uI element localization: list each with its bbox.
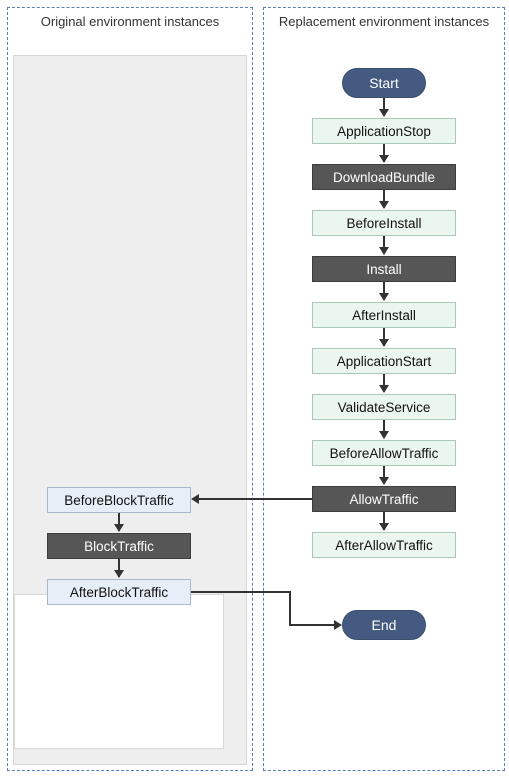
original-env-title: Original environment instances — [8, 8, 252, 32]
before-install-node: BeforeInstall — [312, 210, 456, 236]
edge-afterblock-end-v — [289, 591, 291, 625]
after-allow-traffic-node: AfterAllowTraffic — [312, 532, 456, 558]
before-allow-traffic-node: BeforeAllowTraffic — [312, 440, 456, 466]
application-start-node: ApplicationStart — [312, 348, 456, 374]
start-node: Start — [342, 68, 426, 98]
edge-afterblock-end-h1 — [191, 591, 290, 593]
after-block-traffic-node: AfterBlockTraffic — [47, 579, 191, 605]
arrow-allow-afterallow — [383, 512, 385, 530]
end-node: End — [342, 610, 426, 640]
arrow-install-afterinstall — [383, 282, 385, 300]
arrow-download-beforeinstall — [383, 190, 385, 208]
arrow-beforeblock-block — [118, 513, 120, 531]
validate-service-node: ValidateService — [312, 394, 456, 420]
install-node: Install — [312, 256, 456, 282]
edge-afterblock-end-head — [334, 620, 342, 630]
edge-allow-to-beforeblock-head — [191, 494, 199, 504]
before-block-traffic-node: BeforeBlockTraffic — [47, 487, 191, 513]
allow-traffic-node: AllowTraffic — [312, 486, 456, 512]
arrow-block-afterblock — [118, 559, 120, 577]
arrow-appstart-validate — [383, 374, 385, 392]
edge-allow-to-beforeblock — [199, 498, 312, 500]
arrow-validate-beforeallow — [383, 420, 385, 438]
after-install-node: AfterInstall — [312, 302, 456, 328]
arrow-beforeinstall-install — [383, 236, 385, 254]
replacement-env-title: Replacement environment instances — [264, 8, 504, 32]
block-traffic-group — [14, 594, 224, 749]
application-stop-node: ApplicationStop — [312, 118, 456, 144]
arrow-afterinstall-appstart — [383, 328, 385, 346]
arrow-appstop-download — [383, 144, 385, 162]
edge-afterblock-end-h2 — [289, 624, 336, 626]
arrow-start-appstop — [383, 98, 385, 116]
download-bundle-node: DownloadBundle — [312, 164, 456, 190]
arrow-beforeallow-allow — [383, 466, 385, 484]
block-traffic-node: BlockTraffic — [47, 533, 191, 559]
